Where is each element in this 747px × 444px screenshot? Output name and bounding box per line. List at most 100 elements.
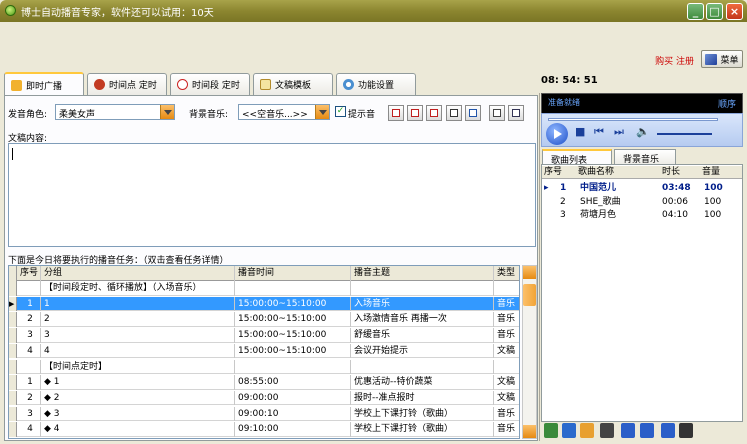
task-grid-scrollbar[interactable]: [522, 265, 537, 439]
delete-icon[interactable]: [600, 423, 614, 438]
tab-instant-broadcast[interactable]: 即时广播: [4, 72, 84, 96]
scroll-up-icon[interactable]: [523, 266, 536, 279]
pause-button[interactable]: [407, 105, 423, 121]
column-header: 音量: [702, 167, 721, 177]
volume-slider[interactable]: [657, 133, 712, 135]
table-row[interactable]: 3 ◆ 3 09:00:10 学校上下课打铃（歌曲） 音乐: [9, 406, 519, 422]
table-row[interactable]: 【时间点定时】: [9, 359, 519, 374]
feather-icon: [469, 109, 477, 117]
table-cell-group: ◆ 1: [41, 375, 235, 390]
play-mode[interactable]: 顺序: [718, 97, 736, 110]
song-name: 荷塘月色: [580, 210, 617, 220]
table-cell-time: 08:55:00: [235, 375, 351, 390]
previous-icon[interactable]: ⏮: [594, 125, 604, 139]
tab-label: 时间段 定时: [192, 81, 240, 91]
add-folder-icon[interactable]: [562, 423, 576, 438]
export-icon[interactable]: [679, 423, 693, 438]
table-cell-no: 4: [17, 343, 41, 359]
voice-button[interactable]: [465, 105, 481, 121]
column-header[interactable]: 类型: [494, 266, 519, 281]
table-cell-type: 文稿: [494, 344, 519, 359]
table-cell-group: 【时间点定时】: [41, 359, 235, 374]
table-cell-topic: 报时--准点报时: [351, 390, 494, 406]
list-item[interactable]: ▸ 1 中国范儿 03:48 100: [542, 182, 742, 195]
import-icon[interactable]: [580, 423, 594, 438]
table-cell-group: 1: [41, 296, 235, 312]
voice-select[interactable]: 柔美女声: [55, 104, 175, 120]
scroll-thumb[interactable]: [523, 284, 536, 306]
stop-icon: [430, 109, 438, 117]
column-header[interactable]: 序号: [17, 266, 41, 281]
add-song-icon[interactable]: [544, 423, 558, 438]
table-row[interactable]: 1 ◆ 1 08:55:00 优惠活动--特价蔬菜 文稿: [9, 375, 519, 390]
song-no: 2: [560, 196, 566, 207]
scroll-down-icon[interactable]: [523, 425, 536, 438]
task-grid[interactable]: 序号 分组 播音时间 播音主题 类型 【时间段定时、循环播放】（入场音乐） ▶ 1 1…: [8, 265, 520, 439]
table-cell-no: [17, 359, 41, 374]
column-header[interactable]: 分组: [41, 266, 235, 281]
table-cell-no: [17, 281, 41, 296]
tab-time-point[interactable]: 时间点 定时: [87, 73, 167, 95]
prompt-label: 提示音: [348, 110, 376, 120]
minimize-button[interactable]: _: [687, 3, 704, 20]
move-up-icon[interactable]: [621, 423, 635, 438]
list-item[interactable]: 3 荷塘月色 04:10 100: [542, 209, 742, 222]
move-down-icon[interactable]: [640, 423, 654, 438]
table-cell-topic: 舒缓音乐: [351, 328, 494, 343]
content-textarea[interactable]: [8, 143, 536, 247]
seek-bar[interactable]: [548, 118, 718, 121]
volume-icon[interactable]: 🔈: [636, 125, 650, 138]
table-row[interactable]: 【时间段定时、循环播放】（入场音乐）: [9, 281, 519, 296]
column-header: 序号: [544, 167, 563, 177]
edit-button[interactable]: [489, 105, 505, 121]
table-row[interactable]: 2 2 15:00:00~15:10:00 入场激情音乐 再播一次 音乐: [9, 312, 519, 327]
play-icon[interactable]: [546, 123, 568, 145]
buy-link[interactable]: 购买: [655, 57, 673, 67]
next-icon[interactable]: ⏭: [614, 125, 624, 139]
table-cell-time: [235, 359, 351, 374]
song-volume: 100: [704, 196, 722, 207]
music-button[interactable]: [446, 105, 462, 121]
stop-button[interactable]: [426, 105, 442, 121]
clock: 08: 54: 51: [541, 75, 598, 86]
table-cell-group: 3: [41, 328, 235, 343]
pane-divider[interactable]: [539, 93, 540, 441]
tab-background-music[interactable]: 背景音乐: [614, 149, 676, 165]
menu-button[interactable]: 菜单: [701, 50, 743, 68]
song-toolbar: [541, 422, 743, 441]
table-row[interactable]: 4 ◆ 4 09:10:00 学校上下课打铃（歌曲） 音乐: [9, 422, 519, 437]
column-header[interactable]: 播音时间: [235, 266, 351, 281]
save-button[interactable]: [508, 105, 524, 121]
tab-templates[interactable]: 文稿模板: [253, 73, 333, 95]
table-cell-no: 1: [17, 296, 41, 312]
song-duration: 00:06: [662, 196, 688, 207]
tab-song-list[interactable]: 歌曲列表: [542, 149, 612, 166]
prompt-checkbox[interactable]: ✓: [335, 106, 346, 117]
table-cell-topic: [351, 359, 494, 374]
close-button[interactable]: ×: [726, 3, 743, 20]
table-row[interactable]: 3 3 15:00:00~15:10:00 舒缓音乐 音乐: [9, 328, 519, 343]
tab-time-range[interactable]: 时间段 定时: [170, 73, 250, 95]
row-indicator: [9, 312, 17, 327]
table-cell-type: 音乐: [494, 328, 519, 343]
title-bar: 博士自动播音专家，软件还可以试用：10天 _ □ ×: [0, 0, 747, 22]
alarm-clock-icon: [94, 79, 105, 90]
close-icon: ×: [729, 5, 740, 18]
play-button[interactable]: [388, 105, 404, 121]
volume-icon[interactable]: [661, 423, 675, 438]
bgm-select[interactable]: <<空音乐...>>: [238, 104, 330, 120]
column-header[interactable]: 播音主题: [351, 266, 494, 281]
table-cell-topic: 优惠活动--特价蔬菜: [351, 375, 494, 390]
menu-label: 菜单: [720, 55, 739, 66]
stop-icon[interactable]: ■: [575, 125, 585, 138]
table-row[interactable]: 2 ◆ 2 09:00:00 报时--准点报时 文稿: [9, 390, 519, 406]
row-indicator: [9, 390, 17, 406]
list-item[interactable]: 2 SHE_歌曲 00:06 100: [542, 196, 742, 209]
table-row[interactable]: 4 4 15:00:00~15:10:00 会议开始提示 文稿: [9, 343, 519, 359]
table-cell-type: 音乐: [494, 422, 519, 437]
song-list[interactable]: 序号 歌曲名称 时长 音量 ▸ 1 中国范儿 03:48 100 2 SHE_歌曲 00:06…: [541, 164, 743, 422]
maximize-button[interactable]: □: [706, 3, 723, 20]
register-link[interactable]: 注册: [676, 57, 694, 67]
table-row[interactable]: ▶ 1 1 15:00:00~15:10:00 入场音乐 音乐: [9, 296, 519, 312]
tab-settings[interactable]: 功能设置: [336, 73, 416, 95]
